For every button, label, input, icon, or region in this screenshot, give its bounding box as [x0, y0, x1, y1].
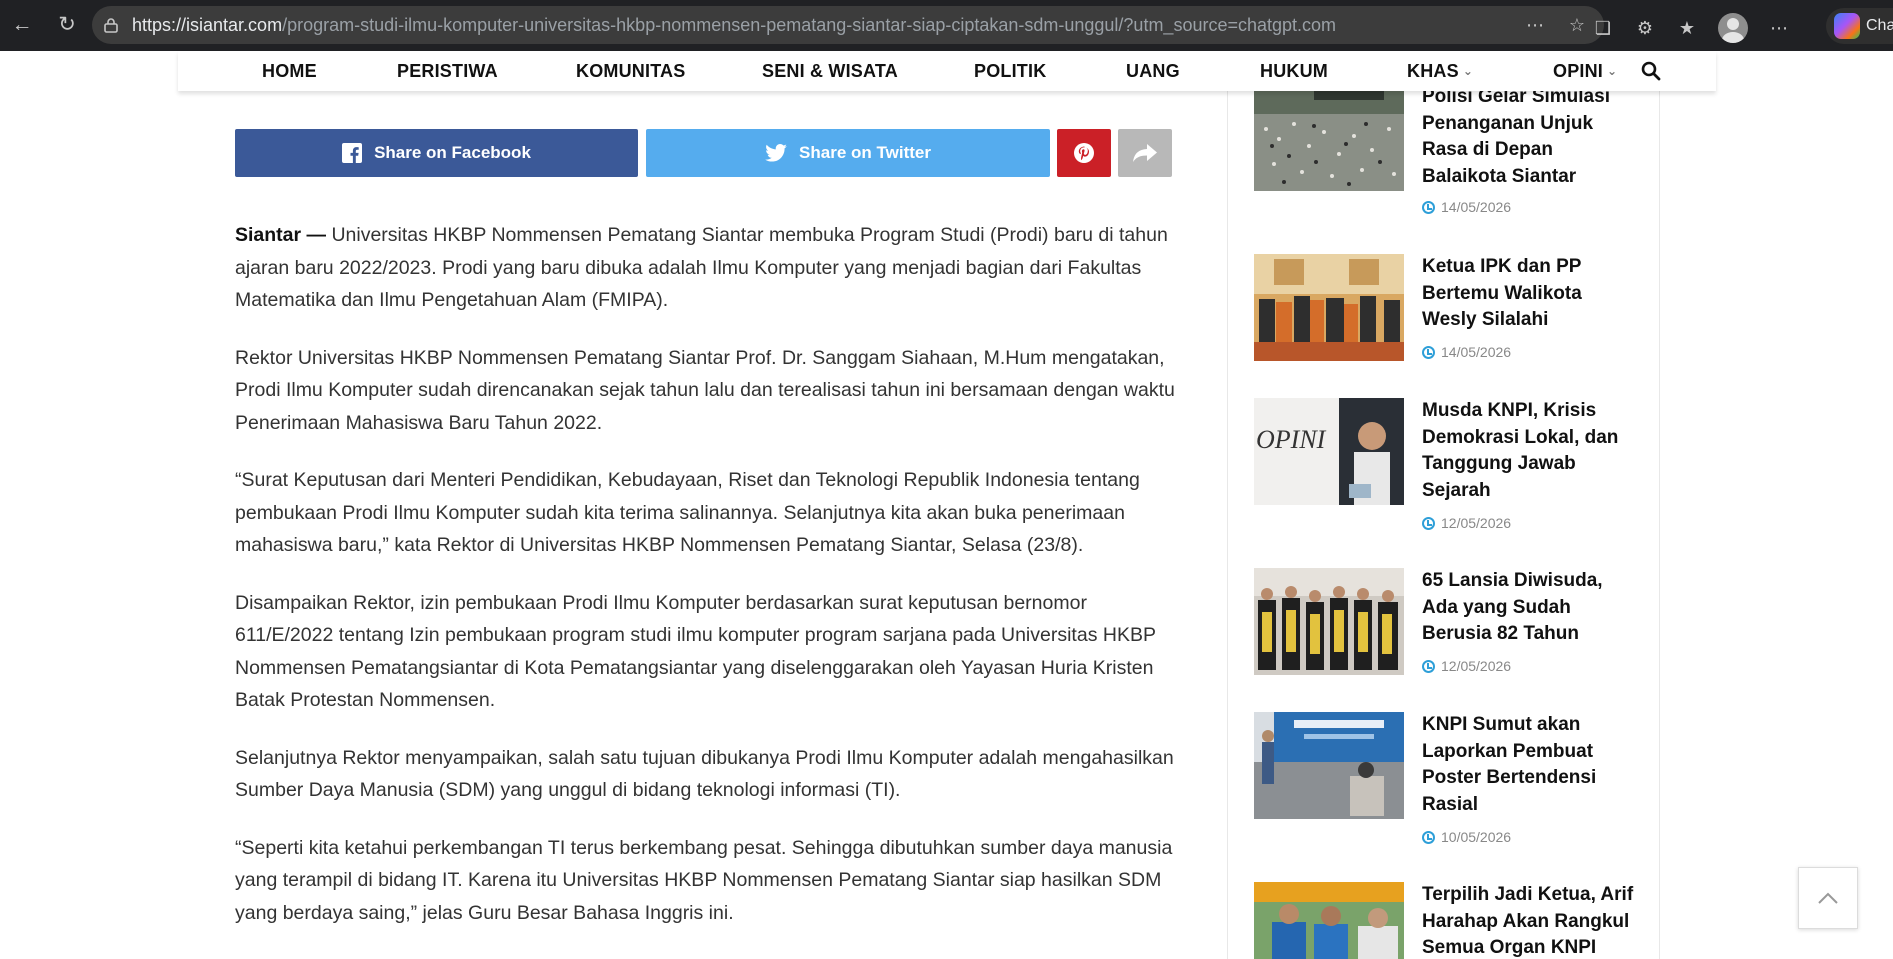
reload-icon[interactable]: ↻ [54, 12, 80, 38]
nav-item-politik[interactable]: POLITIK [974, 61, 1046, 82]
share-arrow-icon [1133, 144, 1157, 162]
post-title[interactable]: Terpilih Jadi Ketua, Arif Harahap Akan R… [1422, 882, 1637, 959]
clock-icon [1422, 830, 1435, 844]
nav-item-peristiwa[interactable]: PERISTIWA [397, 61, 498, 82]
clock-icon [1422, 659, 1435, 673]
article-paragraph: Selanjutnya Rektor menyampaikan, salah s… [235, 746, 1174, 802]
nav-item-seni-wisata[interactable]: SENI & WISATA [762, 61, 898, 82]
post-thumbnail[interactable] [1254, 882, 1404, 959]
sidebar-post[interactable]: Ketua IPK dan PP Bertemu Walikota Wesly … [1254, 254, 1654, 374]
post-date: 12/05/2026 [1422, 515, 1511, 531]
more-menu-icon[interactable]: ⋯ [1768, 17, 1790, 39]
post-date: 14/05/2026 [1422, 344, 1511, 360]
collections-icon[interactable]: ❏ [1592, 17, 1614, 39]
sidebar-divider [1227, 91, 1228, 959]
copilot-logo-icon [1834, 13, 1860, 39]
main-nav: HOME PERISTIWA KOMUNITAS SENI & WISATA P… [178, 51, 1716, 91]
search-icon[interactable] [1641, 61, 1661, 81]
post-date-text: 12/05/2026 [1441, 515, 1512, 531]
copilot-button[interactable]: Cha [1826, 8, 1893, 44]
url-host: https://isiantar.com [132, 15, 283, 35]
post-thumbnail[interactable] [1254, 84, 1404, 191]
favorites-icon[interactable]: ★ [1676, 17, 1698, 39]
share-more-button[interactable] [1118, 129, 1172, 177]
chevron-up-icon [1818, 892, 1838, 904]
clock-icon [1422, 345, 1435, 359]
profile-avatar[interactable] [1718, 13, 1748, 43]
chevron-down-icon: ⌄ [1607, 64, 1618, 78]
nav-item-hukum[interactable]: HUKUM [1260, 61, 1328, 82]
nav-item-uang[interactable]: UANG [1126, 61, 1180, 82]
post-title[interactable]: Polisi Gelar Simulasi Penanganan Unjuk R… [1422, 84, 1637, 190]
article-paragraph: Rektor Universitas HKBP Nommensen Pemata… [235, 346, 1175, 434]
post-thumbnail[interactable] [1254, 568, 1404, 675]
tracking-prevention-icon[interactable]: ⋯ [1524, 14, 1546, 36]
post-thumbnail[interactable] [1254, 712, 1404, 819]
back-to-top-button[interactable] [1798, 867, 1858, 929]
nav-item-opini[interactable]: OPINI ⌄ [1553, 61, 1617, 82]
pinterest-icon [1074, 143, 1094, 163]
favorite-star-icon[interactable]: ☆ [1566, 14, 1588, 36]
sidebar-divider [1659, 91, 1660, 959]
post-title[interactable]: KNPI Sumut akan Laporkan Pembuat Poster … [1422, 712, 1637, 818]
post-date-text: 10/05/2026 [1441, 829, 1512, 845]
copilot-label: Cha [1866, 17, 1893, 34]
article-paragraph: “Surat Keputusan dari Menteri Pendidikan… [235, 469, 1140, 556]
article-dateline: Siantar — [235, 224, 327, 246]
nav-item-khas[interactable]: KHAS ⌄ [1407, 61, 1473, 82]
post-thumbnail[interactable] [1254, 254, 1404, 361]
article-paragraph: “Seperti kita ketahui perkembangan TI te… [235, 836, 1173, 924]
post-date-text: 14/05/2026 [1441, 199, 1512, 215]
sidebar-post[interactable]: OPINI Musda KNPI, Krisis Demokrasi Lokal… [1254, 398, 1654, 538]
sidebar-post[interactable]: 65 Lansia Diwisuda, Ada yang Sudah Berus… [1254, 568, 1654, 688]
post-date: 10/05/2026 [1422, 829, 1511, 845]
facebook-icon [342, 143, 363, 163]
post-title[interactable]: Musda KNPI, Krisis Demokrasi Lokal, dan … [1422, 398, 1637, 504]
share-twitter-label: Share on Twitter [799, 143, 931, 162]
address-bar[interactable]: https://isiantar.com/program-studi-ilmu-… [92, 6, 1604, 44]
web-page: HOME PERISTIWA KOMUNITAS SENI & WISATA P… [0, 51, 1893, 959]
post-date: 14/05/2026 [1422, 199, 1511, 215]
post-date-text: 12/05/2026 [1441, 658, 1512, 674]
share-facebook-label: Share on Facebook [374, 143, 531, 162]
clock-icon [1422, 200, 1435, 214]
url-path: /program-studi-ilmu-komputer-universitas… [282, 15, 1337, 35]
post-title[interactable]: Ketua IPK dan PP Bertemu Walikota Wesly … [1422, 254, 1637, 334]
post-date: 12/05/2026 [1422, 658, 1511, 674]
sidebar-post[interactable]: Terpilih Jadi Ketua, Arif Harahap Akan R… [1254, 882, 1654, 959]
share-pinterest-button[interactable] [1057, 129, 1111, 177]
share-twitter-button[interactable]: Share on Twitter [646, 129, 1050, 177]
thumb-text: OPINI [1256, 425, 1327, 454]
nav-item-opini-label: OPINI [1553, 61, 1604, 81]
post-thumbnail[interactable]: OPINI [1254, 398, 1404, 505]
twitter-bird-icon [765, 144, 787, 162]
share-facebook-button[interactable]: Share on Facebook [235, 129, 638, 177]
sidebar-post[interactable]: Polisi Gelar Simulasi Penanganan Unjuk R… [1254, 84, 1654, 215]
nav-item-komunitas[interactable]: KOMUNITAS [576, 61, 685, 82]
article-paragraph: Disampaikan Rektor, izin pembukaan Prodi… [235, 591, 1156, 712]
article-paragraph: Siantar — Universitas HKBP Nommensen Pem… [235, 219, 1175, 317]
url-text: https://isiantar.com/program-studi-ilmu-… [132, 15, 1336, 36]
nav-item-khas-label: KHAS [1407, 61, 1459, 81]
article-paragraph-text: Universitas HKBP Nommensen Pematang Sian… [235, 224, 1168, 311]
extensions-icon[interactable]: ⚙ [1634, 17, 1656, 39]
lock-icon [104, 18, 118, 33]
sidebar-post[interactable]: KNPI Sumut akan Laporkan Pembuat Poster … [1254, 712, 1654, 852]
post-date-text: 14/05/2026 [1441, 344, 1512, 360]
clock-icon [1422, 516, 1435, 530]
chevron-down-icon: ⌄ [1462, 64, 1474, 78]
article-body: Siantar — Universitas HKBP Nommensen Pem… [235, 219, 1175, 954]
browser-toolbar: ← ↻ https://isiantar.com/program-studi-i… [0, 0, 1893, 51]
nav-item-home[interactable]: HOME [262, 61, 317, 82]
post-title[interactable]: 65 Lansia Diwisuda, Ada yang Sudah Berus… [1422, 568, 1637, 648]
back-arrow-icon[interactable]: ← [9, 12, 35, 38]
